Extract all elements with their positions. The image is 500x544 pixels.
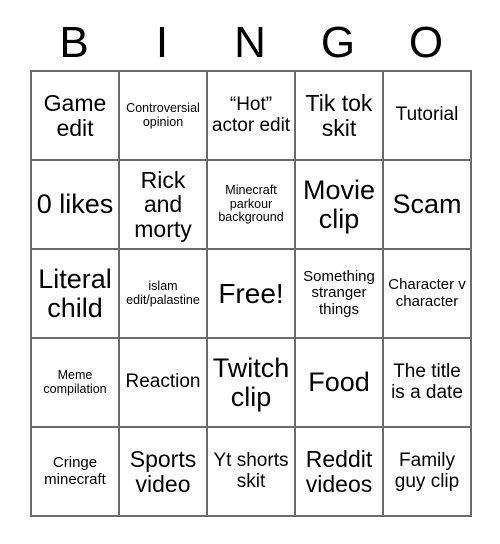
bingo-cell-label: Tutorial <box>395 104 459 126</box>
bingo-cell-label: Minecraft parkour background <box>218 183 284 225</box>
bingo-cell-r4c3[interactable]: Twitch clip <box>208 339 296 428</box>
bingo-cell-r2c5[interactable]: Scam <box>384 161 472 250</box>
bingo-cell-r2c1[interactable]: 0 likes <box>32 161 120 250</box>
bingo-header-letter-b: B <box>59 18 89 67</box>
bingo-cell-label: Sports video <box>129 445 197 497</box>
bingo-cell-label: Twitch clip <box>212 352 290 412</box>
bingo-cell-r1c3[interactable]: “Hot” actor edit <box>208 72 296 161</box>
bingo-cell-r2c3[interactable]: Minecraft parkour background <box>208 161 296 250</box>
bingo-cell-label: Rick and morty <box>134 166 192 242</box>
bingo-header-letter-g: G <box>320 18 356 67</box>
bingo-cell-free-space[interactable]: Free! <box>208 250 296 339</box>
bingo-cell-label: Cringe minecraft <box>44 454 106 488</box>
bingo-cell-r4c4[interactable]: Food <box>296 339 384 428</box>
bingo-cell-label: Meme compilation <box>43 368 107 396</box>
bingo-cell-label: The title is a date <box>391 361 463 403</box>
bingo-cell-label: Reddit videos <box>305 445 373 497</box>
bingo-cell-r1c1[interactable]: Game edit <box>32 72 120 161</box>
bingo-cell-r1c2[interactable]: Controversial opinion <box>120 72 208 161</box>
bingo-cell-r4c2[interactable]: Reaction <box>120 339 208 428</box>
bingo-cell-r1c4[interactable]: Tik tok skit <box>296 72 384 161</box>
bingo-cell-label: islam edit/palastine <box>126 279 200 307</box>
bingo-header-row: B I N G O <box>30 16 470 70</box>
bingo-cell-label: “Hot” actor edit <box>211 94 291 136</box>
bingo-cell-r5c3[interactable]: Yt shorts skit <box>208 428 296 517</box>
bingo-cell-label: 0 likes <box>36 189 114 220</box>
bingo-cell-r5c5[interactable]: Family guy clip <box>384 428 472 517</box>
bingo-cell-r5c1[interactable]: Cringe minecraft <box>32 428 120 517</box>
bingo-grid: Game edit Controversial opinion “Hot” ac… <box>30 70 472 517</box>
bingo-cell-label: Literal child <box>38 263 112 323</box>
bingo-cell-r5c2[interactable]: Sports video <box>120 428 208 517</box>
bingo-header-letter-n: N <box>234 18 266 67</box>
bingo-card: B I N G O Game edit Controversial opinio… <box>0 0 500 544</box>
bingo-cell-label: Yt shorts skit <box>213 450 289 492</box>
bingo-cell-r4c5[interactable]: The title is a date <box>384 339 472 428</box>
bingo-header-letter-o: O <box>408 18 444 67</box>
bingo-cell-label: Reaction <box>125 371 201 393</box>
bingo-cell-label: Controversial opinion <box>126 101 200 129</box>
bingo-cell-label: Game edit <box>43 89 107 141</box>
bingo-cell-r3c1[interactable]: Literal child <box>32 250 120 339</box>
bingo-cell-r2c2[interactable]: Rick and morty <box>120 161 208 250</box>
bingo-cell-r3c2[interactable]: islam edit/palastine <box>120 250 208 339</box>
bingo-cell-label: Family guy clip <box>394 450 460 492</box>
bingo-header-letter-i: I <box>155 18 169 67</box>
bingo-cell-r5c4[interactable]: Reddit videos <box>296 428 384 517</box>
bingo-cell-r3c5[interactable]: Character v character <box>384 250 472 339</box>
bingo-cell-label: Movie clip <box>302 174 376 234</box>
bingo-cell-label: Tik tok skit <box>305 89 373 141</box>
bingo-cell-label: Character v character <box>388 276 466 310</box>
bingo-cell-r3c4[interactable]: Something stranger things <box>296 250 384 339</box>
bingo-cell-label: Free! <box>218 277 284 309</box>
bingo-cell-label: Something stranger things <box>303 268 375 318</box>
bingo-cell-r1c5[interactable]: Tutorial <box>384 72 472 161</box>
bingo-cell-r2c4[interactable]: Movie clip <box>296 161 384 250</box>
bingo-cell-r4c1[interactable]: Meme compilation <box>32 339 120 428</box>
bingo-cell-label: Food <box>308 367 370 398</box>
bingo-cell-label: Scam <box>392 189 462 220</box>
